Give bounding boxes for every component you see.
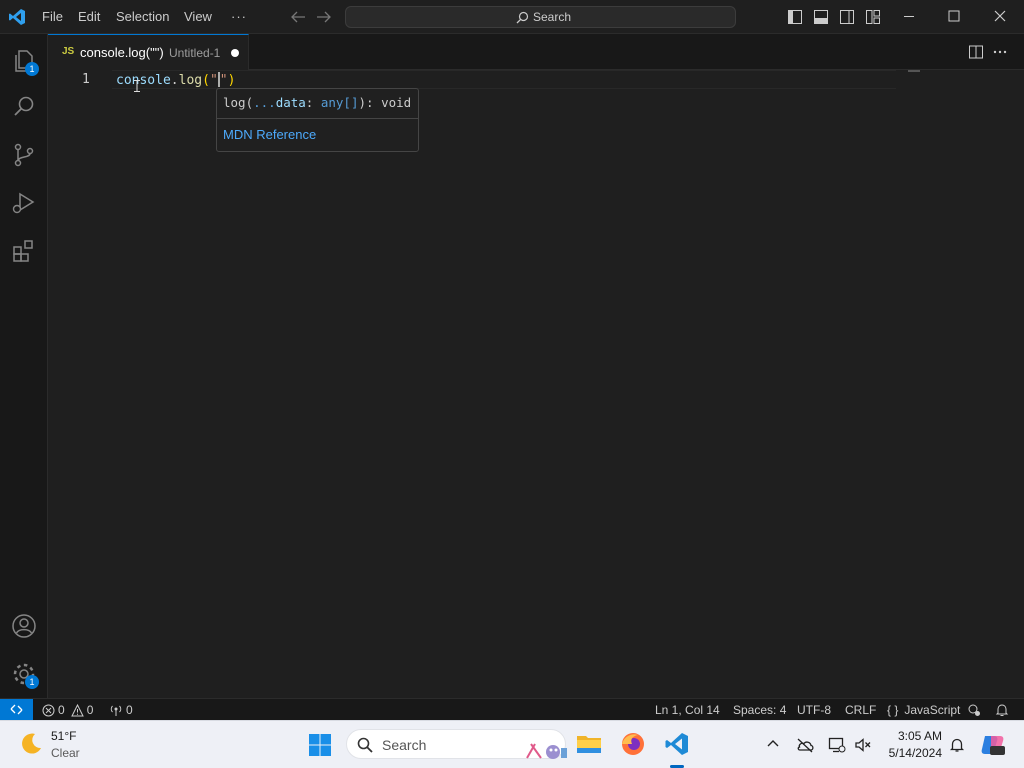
command-center-label: Search — [533, 10, 572, 24]
sig-end: ): void — [358, 95, 412, 110]
problems-indicator[interactable]: 0 0 — [42, 703, 93, 717]
status-bar: 0 0 0 Ln 1, Col 14 Spaces: 4 UTF-8 CRLF … — [0, 698, 1024, 720]
vscode-app-icon[interactable] — [664, 731, 690, 757]
signature-text: log(...data: any[]): void — [223, 95, 411, 110]
encoding-setting[interactable]: UTF-8 — [797, 703, 831, 717]
network-display-icon[interactable] — [828, 737, 846, 753]
mouse-ibeam-cursor-icon — [134, 80, 140, 92]
eol-setting[interactable]: CRLF — [845, 703, 876, 717]
error-icon — [42, 704, 55, 716]
copilot-status-icon[interactable] — [967, 703, 981, 717]
taskbar-clock-date[interactable]: 5/14/2024 — [884, 746, 942, 760]
minimize-icon[interactable] — [902, 9, 916, 23]
activity-bar: 1 1 — [0, 34, 48, 698]
code-token-close-paren: ) — [227, 73, 236, 88]
toggle-secondary-sidebar-icon[interactable] — [839, 9, 855, 25]
weather-temperature[interactable]: 51°F — [51, 729, 76, 743]
windows-taskbar: 51°F Clear Search 3:05 AM 5/14/2024 — [0, 720, 1024, 768]
code-editor[interactable]: 1 console.log(" ") — [48, 70, 1024, 698]
hover-signature-widget: log(...data: any[]): void MDN Reference — [216, 88, 419, 152]
menu-selection[interactable]: Selection — [116, 9, 169, 24]
show-hidden-icons-chevron-icon[interactable] — [766, 737, 780, 751]
customize-layout-icon[interactable] — [865, 9, 881, 25]
explorer-badge: 1 — [25, 62, 39, 76]
code-token-function: log — [178, 73, 203, 88]
title-bar: File Edit Selection View ··· Search — [0, 0, 1024, 34]
tab-description: Untitled-1 — [169, 46, 221, 60]
weather-condition[interactable]: Clear — [51, 746, 80, 760]
language-label: JavaScript — [904, 703, 961, 717]
maximize-icon[interactable] — [947, 9, 961, 23]
warning-icon — [70, 703, 84, 716]
minimap[interactable] — [908, 70, 920, 72]
moon-weather-icon[interactable] — [18, 731, 44, 757]
warning-count: 0 — [86, 703, 94, 717]
code-token-dot: . — [170, 73, 179, 88]
settings-badge: 1 — [25, 675, 39, 689]
error-count: 0 — [58, 703, 65, 717]
sig-name: log( — [223, 95, 254, 110]
close-icon[interactable] — [993, 9, 1007, 23]
language-braces-icon: { } — [887, 703, 899, 717]
toggle-panel-icon[interactable] — [813, 9, 829, 25]
remote-window-button[interactable] — [0, 699, 33, 720]
menu-view[interactable]: View — [184, 9, 212, 24]
mdn-reference-link[interactable]: MDN Reference — [223, 127, 316, 142]
file-explorer-app-icon[interactable] — [576, 731, 602, 755]
volume-muted-icon[interactable] — [854, 737, 872, 753]
tab-untitled-1[interactable]: JS console.log("") Untitled-1 — [48, 34, 249, 70]
taskbar-search-label: Search — [382, 737, 427, 753]
source-control-icon[interactable] — [11, 142, 37, 168]
copilot-preview-icon[interactable] — [980, 732, 1006, 758]
code-token-quote-open: " — [209, 73, 218, 88]
accounts-icon[interactable] — [11, 613, 37, 639]
onedrive-offline-icon[interactable] — [795, 737, 815, 753]
broadcast-icon — [110, 705, 122, 716]
remote-icon — [10, 704, 23, 715]
search-icon — [516, 11, 529, 23]
code-token-quote-close: " — [219, 73, 228, 88]
vscode-logo-icon — [8, 8, 26, 26]
code-token-object: console — [116, 73, 171, 88]
toggle-primary-sidebar-icon[interactable] — [787, 9, 803, 25]
ports-indicator[interactable]: 0 — [109, 703, 133, 717]
hover-divider — [217, 118, 418, 119]
sig-colon: : — [305, 95, 321, 110]
editor-tab-bar: JS console.log("") Untitled-1 — [48, 34, 1024, 70]
line-number: 1 — [82, 72, 90, 87]
notification-bell-icon[interactable] — [949, 737, 965, 753]
forward-arrow-icon[interactable] — [316, 10, 332, 24]
menu-more-button[interactable]: ··· — [231, 9, 247, 24]
sig-type: any[] — [320, 95, 359, 110]
menu-edit[interactable]: Edit — [78, 9, 100, 24]
explorer-icon[interactable]: 1 — [11, 48, 39, 76]
search-icon — [357, 737, 373, 753]
unsaved-dot-icon[interactable] — [231, 49, 239, 57]
menu-file[interactable]: File — [42, 9, 63, 24]
indentation-setting[interactable]: Spaces: 4 — [733, 703, 786, 717]
code-token-open-paren: ( — [202, 73, 210, 88]
command-center-search[interactable]: Search — [345, 6, 736, 28]
back-arrow-icon[interactable] — [290, 10, 306, 24]
sig-param: data — [275, 95, 306, 110]
extensions-icon[interactable] — [11, 238, 37, 264]
javascript-file-icon: JS — [62, 46, 75, 57]
windows-start-icon[interactable] — [308, 733, 332, 757]
more-actions-icon[interactable] — [992, 44, 1008, 60]
taskbar-clock-time[interactable]: 3:05 AM — [886, 729, 942, 743]
search-view-icon[interactable] — [11, 94, 37, 120]
firefox-app-icon[interactable] — [620, 731, 646, 757]
settings-gear-icon[interactable]: 1 — [11, 661, 39, 689]
language-mode[interactable]: { } JavaScript — [887, 703, 960, 717]
sig-rest-dots: ... — [253, 95, 276, 110]
split-editor-icon[interactable] — [968, 44, 984, 60]
taskbar-search-box[interactable]: Search — [346, 729, 567, 759]
tab-title: console.log("") — [80, 45, 164, 60]
cursor-position[interactable]: Ln 1, Col 14 — [655, 703, 720, 717]
run-debug-icon[interactable] — [11, 190, 37, 216]
notifications-bell-icon[interactable] — [995, 703, 1009, 717]
ports-count: 0 — [126, 703, 133, 717]
